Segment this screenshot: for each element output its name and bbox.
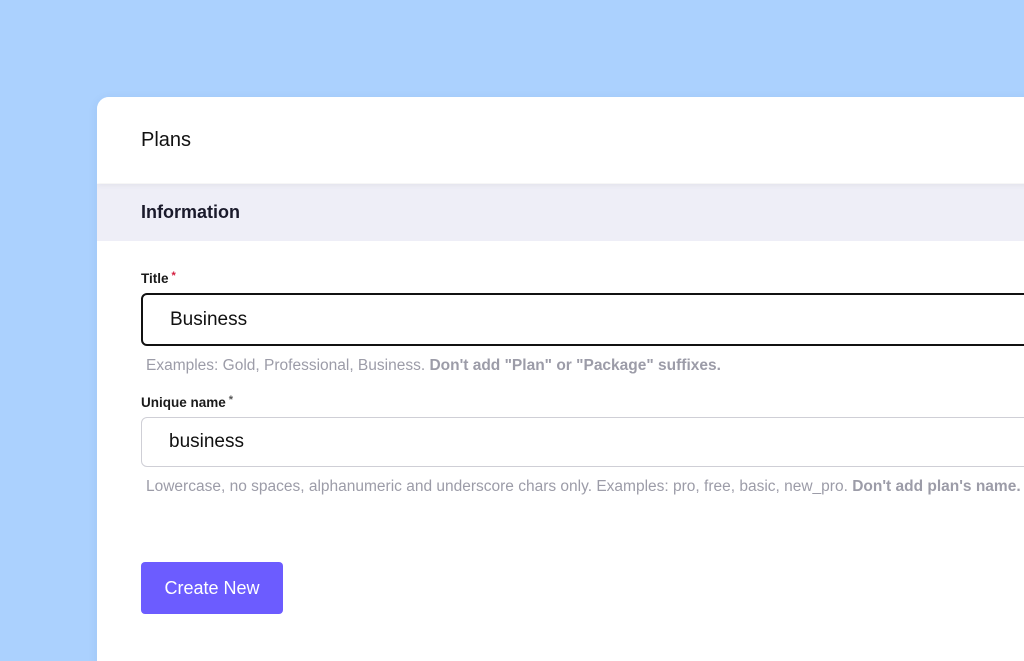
title-label: Title * [141, 270, 1024, 287]
unique-name-label: Unique name * [141, 394, 1024, 411]
unique-name-help-main: Lowercase, no spaces, alphanumeric and u… [146, 478, 853, 495]
required-indicator: * [228, 394, 234, 406]
title-help-text: Examples: Gold, Professional, Business. … [146, 355, 1024, 376]
title-help-main: Examples: Gold, Professional, Business. [146, 357, 430, 374]
section-title: Information [141, 202, 240, 222]
page-title: Plans [141, 128, 192, 151]
section-header: Information [97, 184, 1024, 241]
title-label-text: Title [141, 271, 169, 286]
title-input[interactable] [141, 293, 1024, 346]
unique-name-input[interactable] [141, 417, 1024, 467]
required-indicator: * [171, 270, 176, 282]
unique-name-field: Unique name * Lowercase, no spaces, alph… [141, 395, 1024, 497]
unique-name-label-text: Unique name [141, 395, 226, 410]
unique-name-help-emphasis: Don't add plan's name. [852, 478, 1021, 495]
create-new-button[interactable]: Create New [141, 562, 283, 614]
title-field: Title * Examples: Gold, Professional, Bu… [141, 271, 1024, 376]
card-header: Plans [97, 97, 1024, 183]
plans-card: Plans Information Title * Examples: Gold… [97, 97, 1024, 661]
title-help-emphasis: Don't add "Plan" or "Package" suffixes. [429, 357, 721, 374]
unique-name-help-text: Lowercase, no spaces, alphanumeric and u… [146, 476, 1024, 497]
plan-form: Title * Examples: Gold, Professional, Bu… [97, 241, 1024, 614]
